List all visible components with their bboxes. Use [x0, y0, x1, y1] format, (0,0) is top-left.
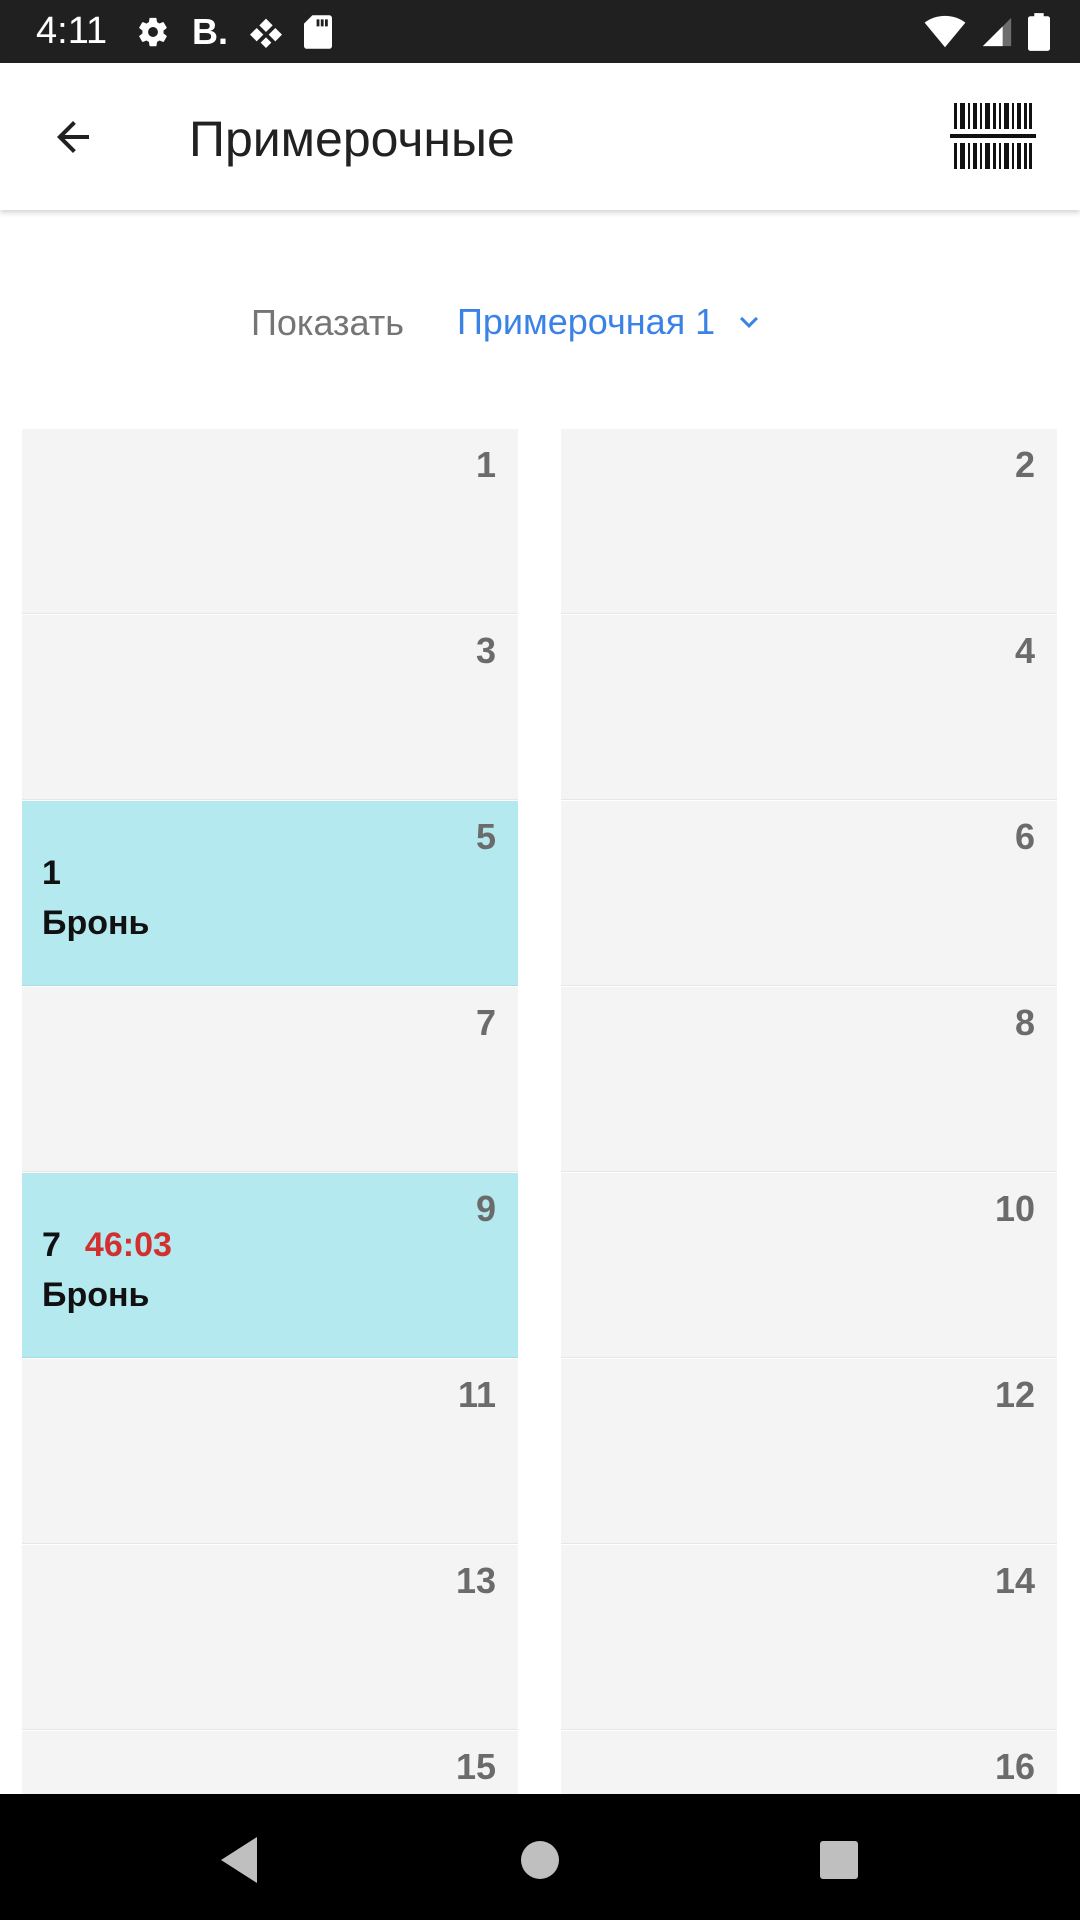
fitting-room-slot[interactable]: 12 [561, 1359, 1057, 1544]
nav-home-button[interactable] [512, 1832, 568, 1888]
barcode-scan-button[interactable] [950, 103, 1036, 169]
booking-timer: 46:03 [84, 1226, 172, 1264]
booking-header: 7 46:03 [42, 1225, 172, 1265]
slot-number: 11 [457, 1374, 496, 1415]
fitting-room-slot[interactable]: 3 [22, 615, 518, 800]
page-title: Примерочные [189, 111, 515, 167]
navigation-bar [0, 1794, 1080, 1920]
fitting-room-slot[interactable]: 8 [561, 987, 1057, 1172]
slot-number: 15 [455, 1746, 496, 1787]
fitting-room-grid: 1 2 3 4 5 1 Бронь 6 7 8 9 7 46:03 Бронь 10 11 12 13 14 15 16 [22, 429, 1060, 1794]
booking-id: 7 [42, 1226, 61, 1264]
nav-back-button[interactable] [211, 1832, 267, 1888]
signal-icon [980, 15, 1014, 49]
fitting-room-slot[interactable]: 6 [561, 801, 1057, 986]
fitting-room-slot[interactable]: 11 [22, 1359, 518, 1544]
booking-id: 1 [42, 854, 61, 892]
dropdown-selected-value: Примерочная 1 [457, 301, 716, 342]
status-bar: 4:11 B. [0, 0, 1080, 63]
barcode-icon [950, 103, 1036, 169]
fitting-room-slot[interactable]: 2 [561, 429, 1057, 614]
fitting-room-slot[interactable]: 13 [22, 1545, 518, 1730]
filter-label: Показать [251, 302, 405, 343]
wifi-icon [924, 15, 966, 49]
slot-number: 1 [475, 444, 496, 485]
slot-number: 9 [475, 1188, 496, 1229]
nav-back-icon [221, 1837, 257, 1883]
letter-b-text: B [192, 11, 218, 52]
slot-number: 5 [475, 816, 496, 857]
battery-icon [1028, 13, 1050, 51]
back-button[interactable] [40, 107, 106, 167]
fitting-room-slot[interactable]: 10 [561, 1173, 1057, 1358]
fitting-room-slot[interactable]: 7 [22, 987, 518, 1172]
slot-number: 10 [994, 1188, 1035, 1229]
slot-number: 7 [475, 1002, 496, 1043]
slot-number: 16 [994, 1746, 1035, 1787]
slot-number: 8 [1014, 1002, 1035, 1043]
booking-status: Бронь [42, 904, 150, 942]
gear-icon [136, 15, 170, 49]
booking-header: 1 [42, 853, 61, 893]
letter-b-icon: B. [192, 11, 229, 52]
status-time: 4:11 [36, 10, 108, 52]
fitting-room-slot-booked[interactable]: 5 1 Бронь [22, 801, 518, 986]
nav-recents-button[interactable] [811, 1832, 867, 1888]
sd-card-icon [304, 15, 333, 49]
slot-number: 12 [994, 1374, 1035, 1415]
chevron-down-icon [740, 316, 759, 328]
slot-number: 2 [1014, 444, 1035, 485]
arrow-back-icon [57, 121, 89, 153]
fitting-room-slot-booked[interactable]: 9 7 46:03 Бронь [22, 1173, 518, 1358]
fitting-room-slot[interactable]: 1 [22, 429, 518, 614]
nav-home-icon [521, 1841, 559, 1879]
fitting-room-filter: Показать Примерочная 1 [0, 294, 1080, 350]
app-bar: Примерочные [0, 63, 1080, 210]
slot-number: 13 [455, 1560, 496, 1601]
fitting-room-slot[interactable]: 16 [561, 1731, 1057, 1794]
nav-recents-icon [820, 1841, 858, 1879]
slot-number: 3 [475, 630, 496, 671]
fitting-room-slot[interactable]: 14 [561, 1545, 1057, 1730]
fitting-room-slot[interactable]: 4 [561, 615, 1057, 800]
booking-status: Бронь [42, 1276, 150, 1314]
status-icons-right [924, 12, 1050, 52]
diamond-dots-icon [250, 16, 283, 48]
fitting-room-dropdown[interactable]: Примерочная 1 [457, 294, 767, 350]
slot-number: 14 [994, 1560, 1035, 1601]
slot-number: 4 [1014, 630, 1035, 671]
status-icons-left: B. [136, 11, 333, 52]
slot-number: 6 [1014, 816, 1035, 857]
fitting-room-slot[interactable]: 15 [22, 1731, 518, 1794]
